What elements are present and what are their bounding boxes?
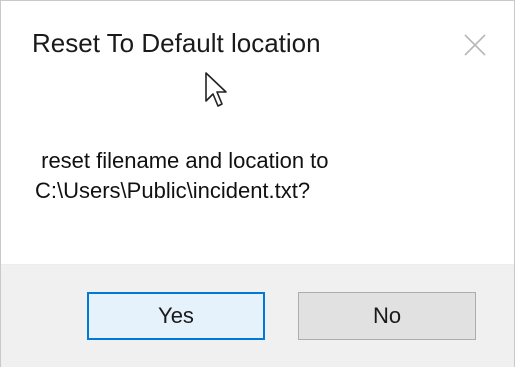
button-bar: Yes No	[1, 264, 514, 367]
yes-button[interactable]: Yes	[87, 292, 265, 340]
message-dialog: Reset To Default location reset filename…	[0, 0, 515, 367]
message-line: reset filename and location to	[35, 148, 329, 173]
dialog-message: reset filename and location to C:\Users\…	[35, 146, 329, 206]
no-button[interactable]: No	[298, 292, 476, 340]
dialog-title: Reset To Default location	[32, 28, 321, 58]
close-button[interactable]	[457, 27, 493, 63]
close-icon	[464, 34, 486, 56]
title-bar[interactable]: Reset To Default location	[1, 1, 514, 91]
message-path: C:\Users\Public\incident.txt?	[35, 178, 311, 203]
mouse-pointer-icon	[205, 72, 227, 107]
